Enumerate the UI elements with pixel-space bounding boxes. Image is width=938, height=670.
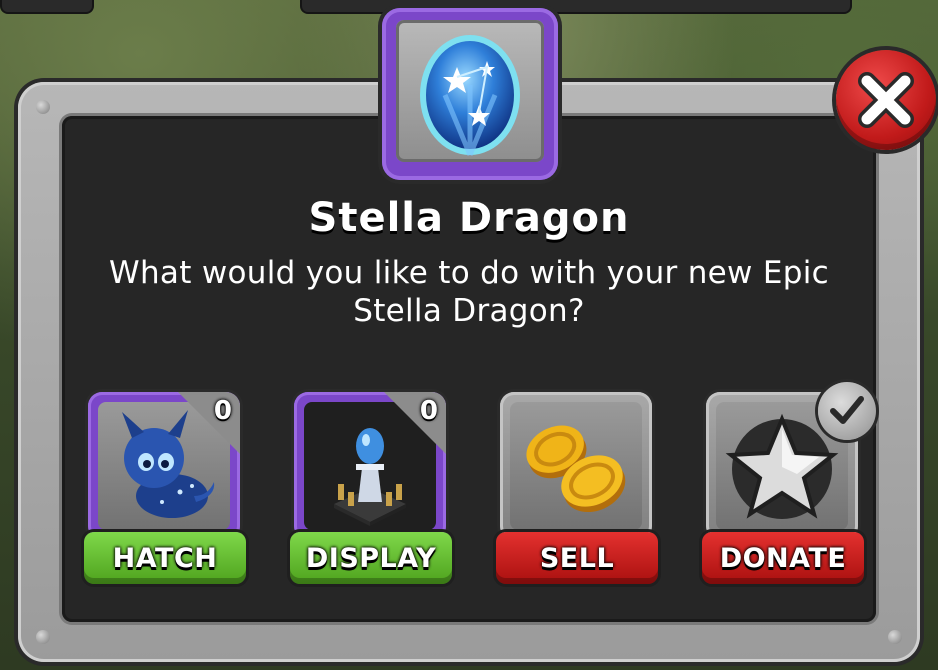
hatch-option[interactable]: 0 HATCH (84, 388, 250, 596)
close-button[interactable] (836, 50, 936, 150)
checkmark-icon (830, 396, 864, 424)
hatch-button[interactable]: HATCH (84, 532, 246, 584)
display-count: 0 (419, 396, 438, 426)
dialog-message: What would you like to do with your new … (80, 254, 858, 330)
background-hud-bar (300, 0, 852, 14)
dialog-message-line: What would you like to do with your new … (109, 255, 829, 291)
donated-badge (818, 382, 876, 440)
rivet (36, 630, 50, 644)
sell-option[interactable]: SELL (496, 388, 662, 596)
donate-button[interactable]: DONATE (702, 532, 864, 584)
dialog-title: Stella Dragon (308, 195, 630, 241)
gold-coins-icon (526, 425, 626, 513)
dialog-message-line: Stella Dragon? (353, 293, 585, 329)
display-option[interactable]: 0 DISPLAY (290, 388, 456, 596)
sell-button[interactable]: SELL (496, 532, 658, 584)
rivet (36, 100, 50, 114)
background-hud-bar (0, 0, 94, 14)
egg-portrait-frame (382, 8, 558, 180)
stella-egg-icon (420, 35, 520, 156)
display-button[interactable]: DISPLAY (290, 532, 452, 584)
donate-option[interactable]: DONATE (702, 382, 876, 596)
close-icon (858, 72, 914, 128)
rivet (888, 630, 902, 644)
hatch-count: 0 (213, 396, 232, 426)
